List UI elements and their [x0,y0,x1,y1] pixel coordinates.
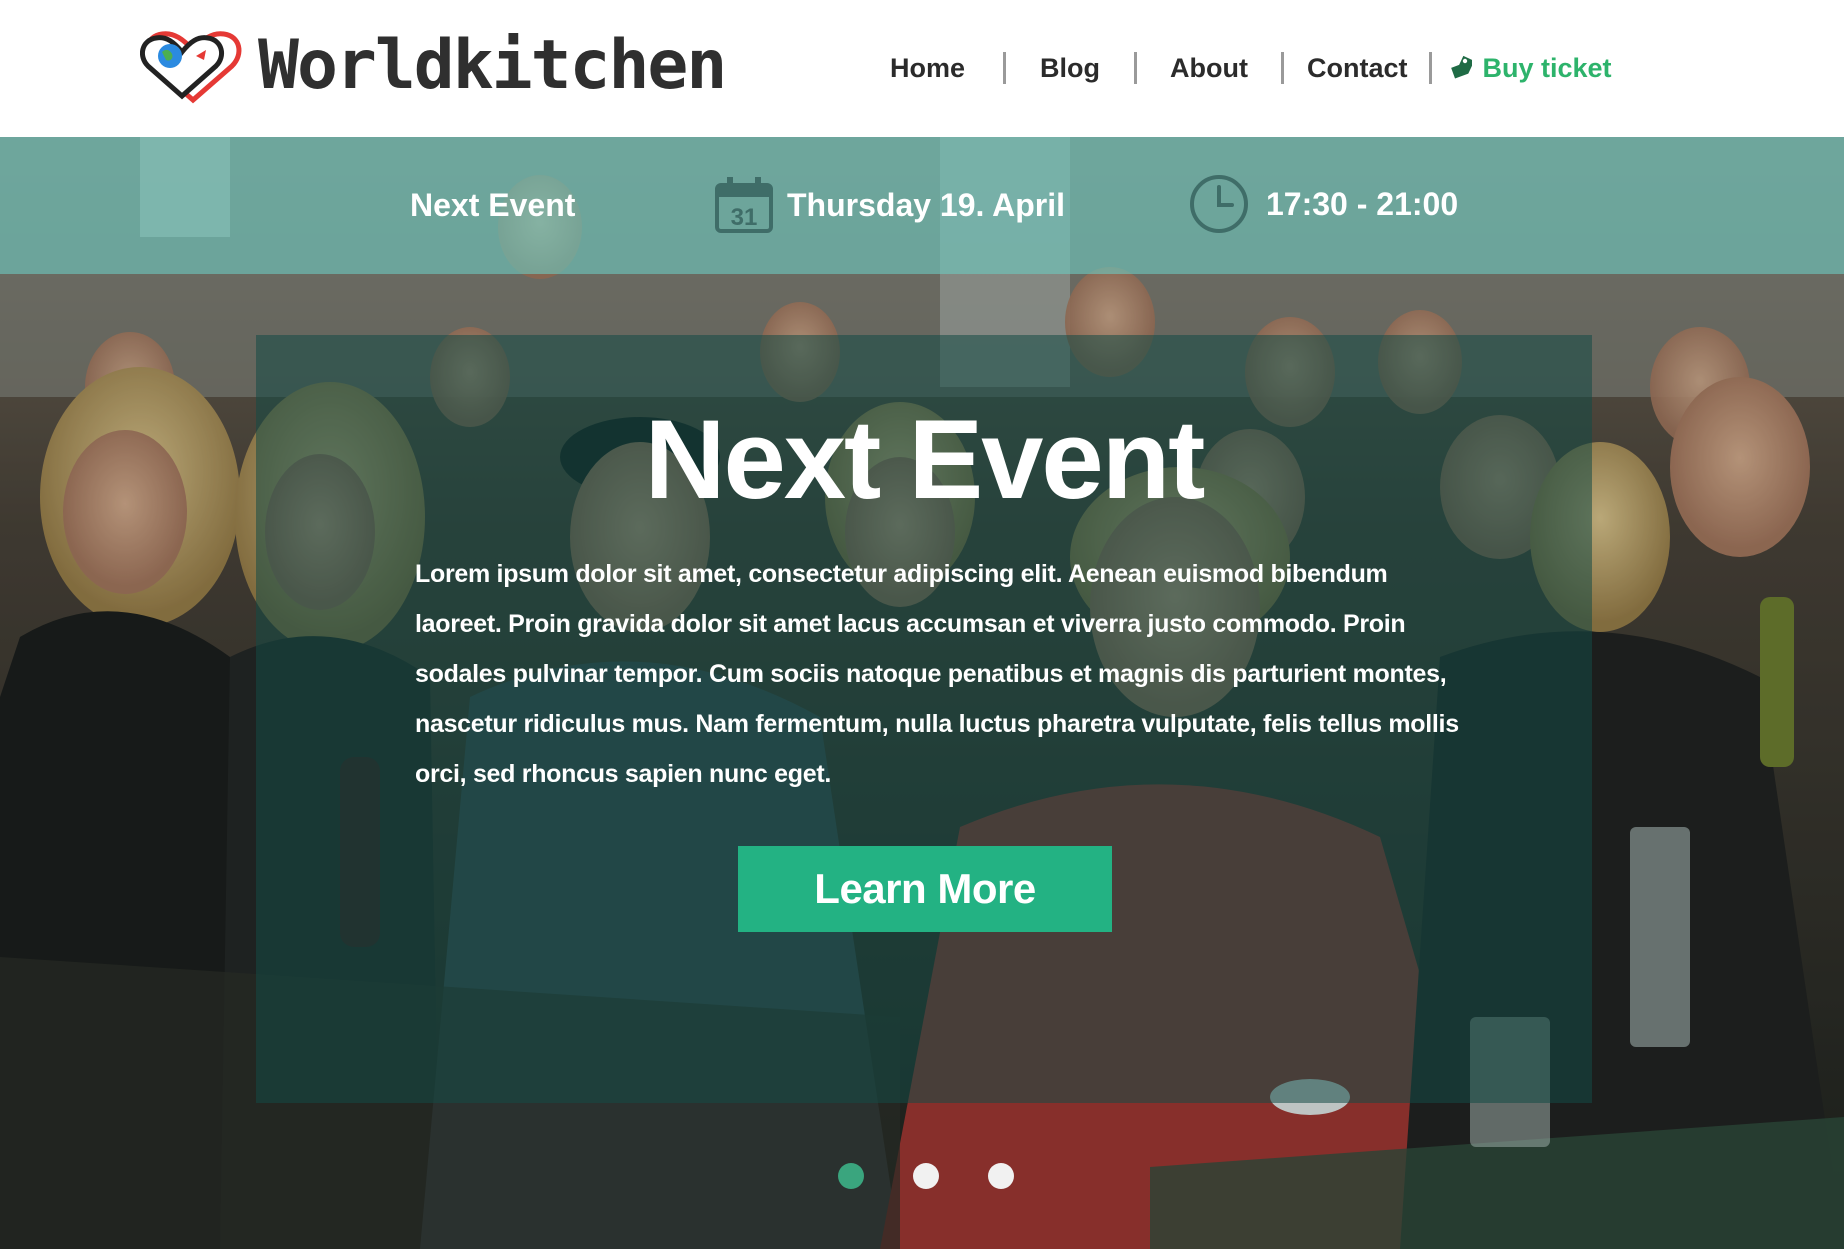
carousel-dot-1[interactable] [838,1163,864,1189]
event-date: 31 Thursday 19. April [713,175,1065,235]
hero-slider: Next Event 31 Thursday 19. April 17:30 -… [0,137,1844,1249]
nav-home[interactable]: Home [890,46,965,90]
nav-divider [1134,52,1138,84]
main-nav: Home Blog About Contact Buy ticket [890,46,1612,90]
nav-contact[interactable]: Contact [1307,46,1408,90]
learn-more-button[interactable]: Learn More [738,846,1112,932]
brand-name: Worldkitchen [258,26,727,105]
carousel-pagination [838,1163,1063,1189]
calendar-day-number: 31 [731,204,758,231]
event-time: 17:30 - 21:00 [1188,173,1458,235]
nav-blog[interactable]: Blog [1040,46,1100,90]
nav-divider [1429,52,1433,84]
heart-globe-logo-icon [140,31,242,104]
site-header: Worldkitchen Home Blog About Contact Buy… [0,0,1844,137]
carousel-dot-3[interactable] [988,1163,1014,1189]
buy-ticket-label: Buy ticket [1482,53,1612,83]
price-tag-icon [1451,55,1473,79]
calendar-icon: 31 [715,177,773,233]
event-info-bar: Next Event 31 Thursday 19. April 17:30 -… [0,137,1844,274]
logo-link[interactable]: Worldkitchen [140,26,727,106]
hero-description: Lorem ipsum dolor sit amet, consectetur … [415,560,1459,788]
buy-ticket-link[interactable]: Buy ticket [1450,46,1612,90]
nav-about[interactable]: About [1170,46,1248,90]
nav-divider [1280,52,1284,84]
hero-title: Next Event [644,397,1206,522]
nav-divider [1003,52,1007,84]
clock-icon [1190,175,1248,233]
event-date-text: Thursday 19. April [787,186,1065,223]
hero-content-card: Next Event Lorem ipsum dolor sit amet, c… [256,335,1592,1103]
carousel-dot-2[interactable] [913,1163,939,1189]
event-bar-label: Next Event [410,187,576,223]
event-time-text: 17:30 - 21:00 [1266,185,1459,222]
